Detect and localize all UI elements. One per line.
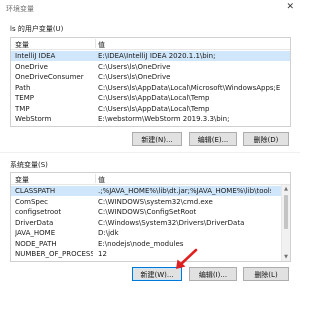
red-arrow-icon [176,248,198,269]
